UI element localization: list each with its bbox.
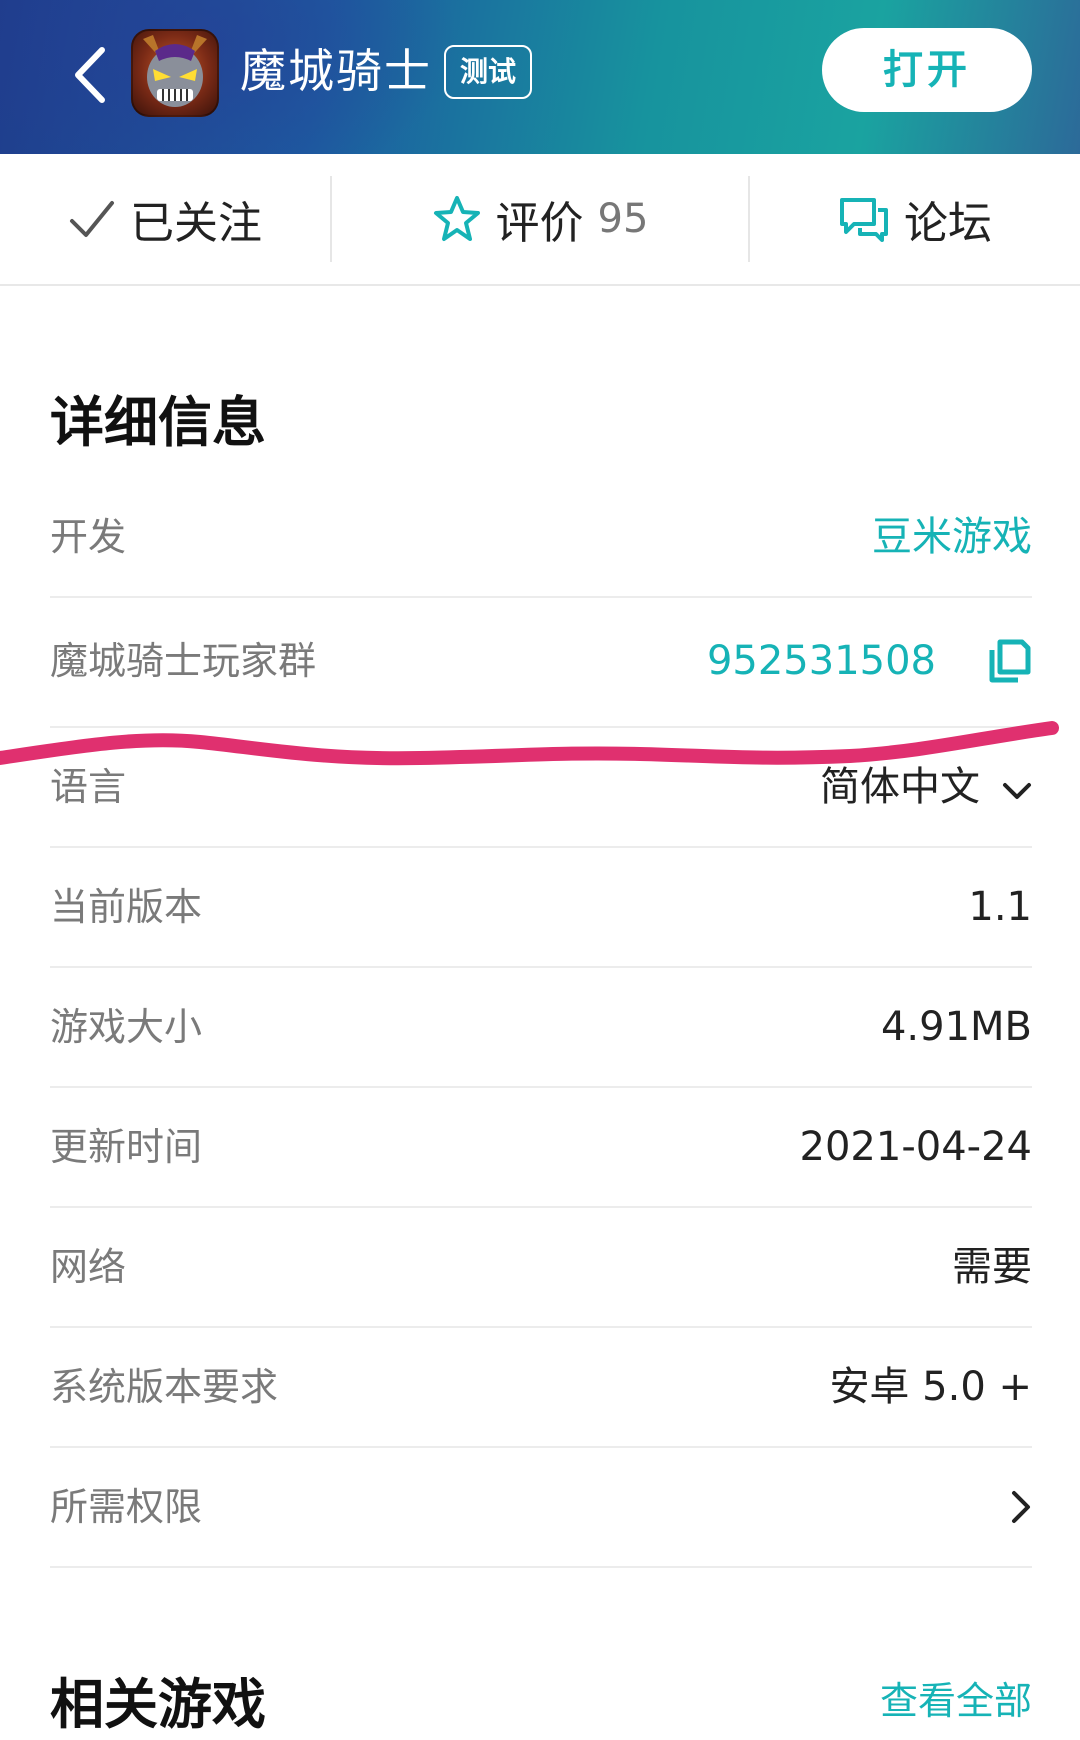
detail-row-version: 当前版本 1.1: [50, 848, 1032, 968]
detail-label: 语言: [50, 765, 127, 809]
player-group-number: 952531508: [706, 638, 936, 684]
forum-label: 论坛: [904, 198, 992, 249]
detail-label: 游戏大小: [50, 1005, 203, 1049]
rating-count: 95: [597, 196, 649, 242]
follow-button[interactable]: 已关注: [0, 154, 330, 284]
back-button[interactable]: [66, 40, 116, 110]
chevron-down-icon: [1002, 730, 1032, 848]
check-icon: [68, 195, 116, 243]
see-all-link[interactable]: 查看全部: [880, 1670, 1032, 1725]
detail-row-language[interactable]: 语言 简体中文: [50, 728, 1032, 848]
open-button[interactable]: 打开: [822, 28, 1032, 112]
app-title: 魔城骑士: [240, 44, 432, 98]
detail-label: 更新时间: [50, 1125, 203, 1169]
chevron-right-icon: [1010, 1488, 1032, 1534]
detail-value: 2021-04-24: [799, 1124, 1032, 1170]
game-avatar-icon: [131, 29, 219, 117]
follow-label: 已关注: [130, 198, 262, 249]
detail-row-network: 网络 需要: [50, 1208, 1032, 1328]
detail-row-developer: 开发 豆米游戏: [50, 478, 1032, 598]
detail-label: 魔城骑士玩家群: [50, 639, 317, 683]
detail-label: 网络: [50, 1245, 127, 1289]
star-outline-icon: [432, 194, 482, 244]
chevron-left-icon: [75, 47, 105, 103]
detail-row-player-group: 魔城骑士玩家群 952531508: [50, 596, 1032, 728]
detail-row-os-requirement: 系统版本要求 安卓 5.0 +: [50, 1328, 1032, 1448]
detail-value: 需要: [952, 1244, 1032, 1290]
details-title: 详细信息: [50, 391, 266, 454]
detail-value: 1.1: [968, 884, 1032, 930]
forum-button[interactable]: 论坛: [750, 154, 1080, 284]
detail-value: 4.91MB: [880, 1004, 1032, 1050]
language-value: 简体中文: [820, 764, 980, 810]
detail-label: 开发: [50, 515, 127, 559]
test-badge: 测试: [444, 45, 533, 99]
detail-label: 所需权限: [50, 1485, 203, 1529]
detail-row-size: 游戏大小 4.91MB: [50, 968, 1032, 1088]
rating-button[interactable]: 评价 95: [332, 154, 748, 284]
chat-bubbles-icon: [838, 194, 890, 244]
detail-row-update-time: 更新时间 2021-04-24: [50, 1088, 1032, 1208]
copy-icon[interactable]: [986, 638, 1032, 684]
developer-link[interactable]: 豆米游戏: [872, 478, 1032, 596]
action-bar: 已关注 评价 95 论坛: [0, 154, 1080, 286]
detail-label: 系统版本要求: [50, 1365, 279, 1409]
related-games-title: 相关游戏: [50, 1673, 266, 1736]
detail-row-permissions[interactable]: 所需权限: [50, 1448, 1032, 1568]
detail-value: 安卓 5.0 +: [829, 1364, 1032, 1410]
rating-label: 评价: [495, 198, 584, 249]
app-header: 魔城骑士 测试 打开: [0, 0, 1080, 154]
language-select[interactable]: 简体中文: [820, 728, 1032, 848]
detail-label: 当前版本: [50, 885, 203, 929]
